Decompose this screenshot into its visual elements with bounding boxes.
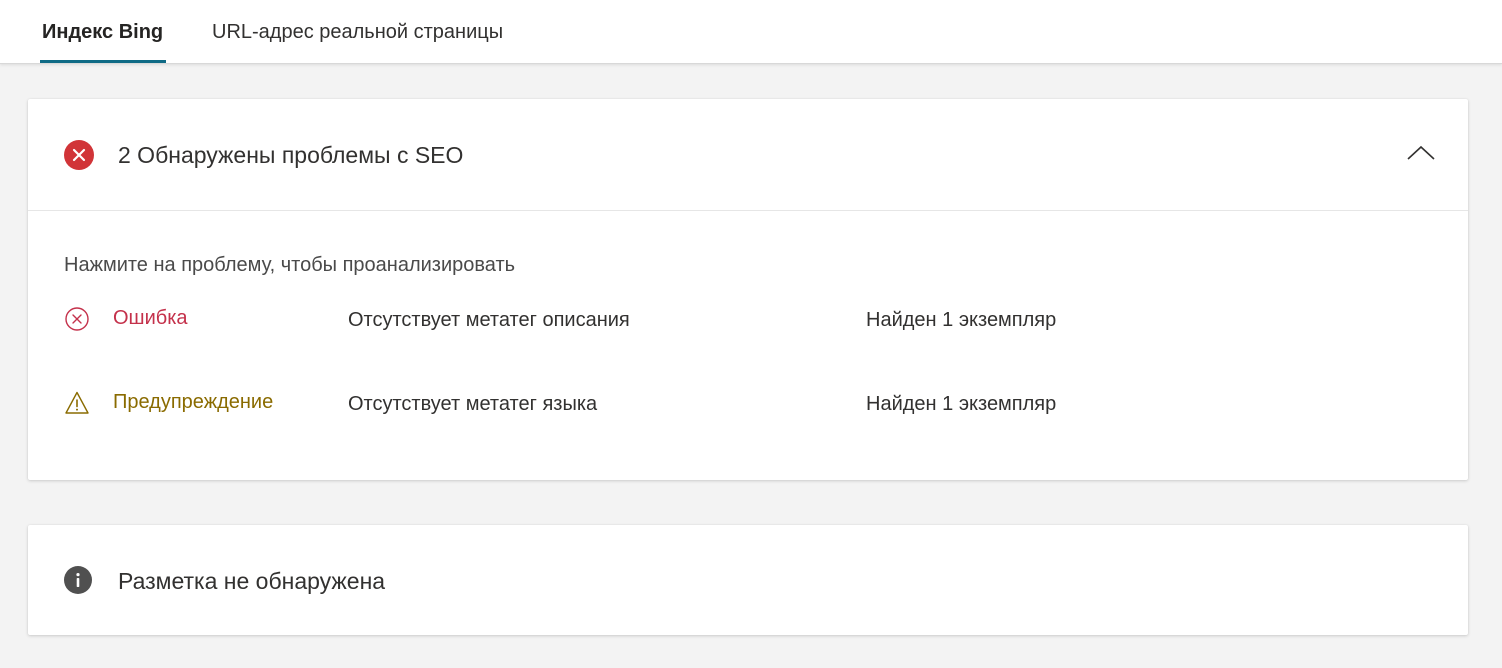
issue-instance-count: Найден 1 экземпляр (866, 393, 1057, 415)
active-tab-indicator (40, 60, 166, 63)
issue-name: Отсутствует метатег языка (348, 393, 598, 415)
issue-instance-count: Найден 1 экземпляр (866, 309, 1057, 331)
tab-live-url[interactable]: URL-адрес реальной страницы (212, 19, 503, 45)
seo-issues-card: 2 Обнаружены проблемы с SEO Нажмите на п… (28, 99, 1468, 480)
issue-severity-label: Предупреждение (113, 391, 274, 413)
chevron-up-icon[interactable] (1404, 139, 1438, 165)
seo-hint-text: Нажмите на проблему, чтобы проанализиров… (64, 254, 516, 276)
error-circle-icon (64, 140, 94, 170)
issue-name: Отсутствует метатег описания (348, 309, 630, 331)
tab-bing-index[interactable]: Индекс Bing (42, 19, 163, 45)
error-outline-icon (64, 306, 90, 332)
markup-card-title: Разметка не обнаружена (118, 568, 386, 594)
seo-card-header[interactable]: 2 Обнаружены проблемы с SEO (28, 99, 1468, 211)
issue-row-warning[interactable]: Предупреждение Отсутствует метатег языка… (64, 389, 1434, 429)
warning-triangle-icon (64, 390, 90, 416)
tab-bar: Индекс Bing URL-адрес реальной страницы (0, 0, 1502, 64)
issue-row-error[interactable]: Ошибка Отсутствует метатег описания Найд… (64, 305, 1434, 345)
issue-severity-label: Ошибка (113, 307, 188, 329)
info-circle-icon (64, 566, 92, 594)
markup-card: Разметка не обнаружена (28, 525, 1468, 635)
seo-card-title: 2 Обнаружены проблемы с SEO (118, 142, 464, 168)
